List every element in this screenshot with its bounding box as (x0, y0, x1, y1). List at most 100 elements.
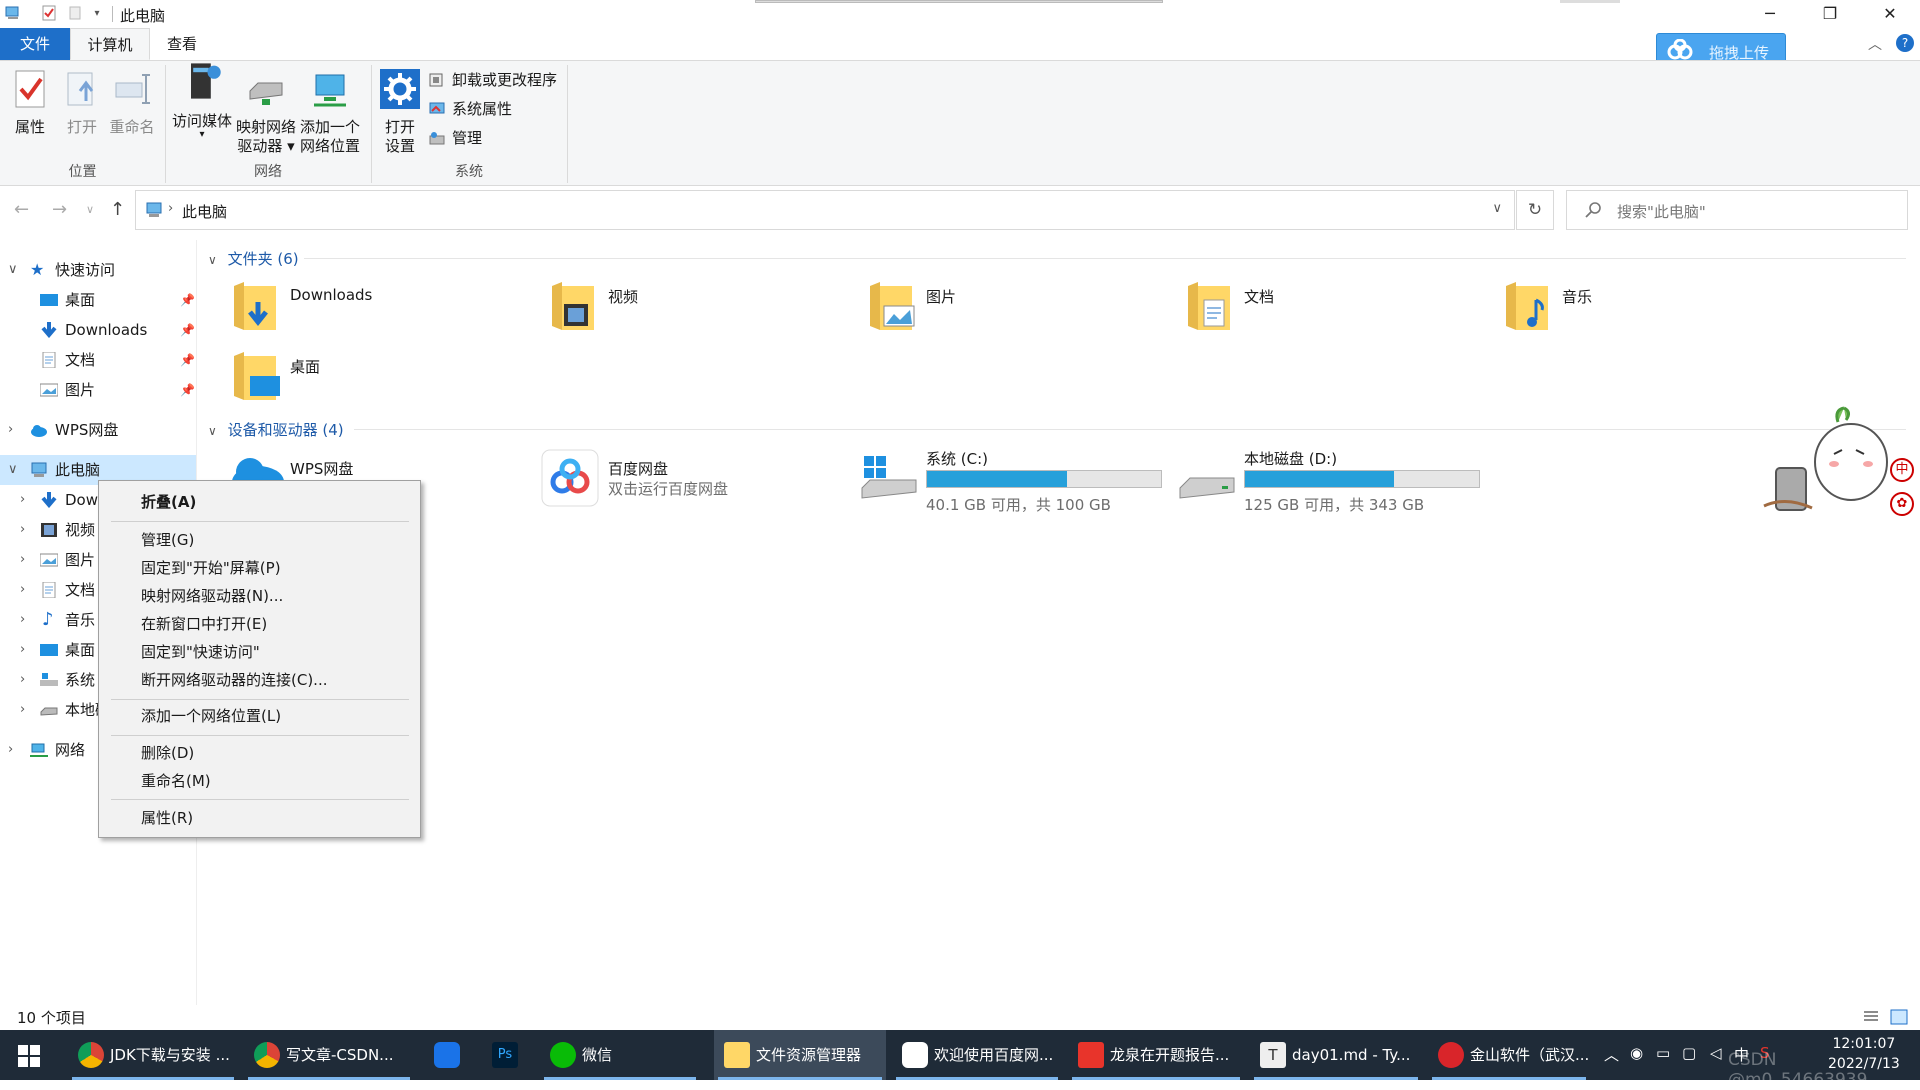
expand-icon[interactable]: › (20, 515, 25, 545)
ime-badge[interactable]: 中 (1890, 458, 1914, 482)
expand-icon[interactable]: › (20, 545, 25, 575)
taskbar-item-typora[interactable]: T day01.md - Ty... (1250, 1030, 1422, 1080)
context-menu: 折叠(A) 管理(G) 固定到"开始"屏幕(P) 映射网络驱动器(N)... 在… (98, 480, 421, 838)
nav-quick-documents[interactable]: 文档 📌 (0, 345, 196, 375)
properties-button[interactable]: 属性 (10, 69, 50, 137)
details-view-icon[interactable] (1862, 1009, 1880, 1025)
menu-item-collapse[interactable]: 折叠(A) (141, 489, 411, 515)
expand-icon[interactable]: ∨ (8, 455, 18, 485)
network-tray-icon[interactable]: ▢ (1682, 1044, 1696, 1062)
folder-pictures[interactable]: 图片 (866, 278, 1166, 342)
search-input[interactable]: 搜索"此电脑" (1566, 190, 1908, 230)
map-network-drive-button[interactable]: 映射网络 驱动器 ▾ (234, 69, 298, 156)
taskbar-item-kingsoft[interactable]: 金山软件（武汉... (1428, 1030, 1590, 1080)
taskbar-item-app-blue[interactable] (424, 1030, 474, 1080)
menu-item-map-drive[interactable]: 映射网络驱动器(N)... (141, 583, 411, 609)
minimize-button[interactable]: ─ (1740, 0, 1800, 28)
taskbar-item-photoshop[interactable]: Ps (482, 1030, 532, 1080)
battery-icon[interactable]: ▭ (1656, 1044, 1670, 1062)
collapse-section-icon[interactable]: ∨ (208, 424, 217, 438)
expand-icon[interactable]: › (20, 635, 25, 665)
add-network-location-button[interactable]: 添加一个 网络位置 (298, 69, 362, 156)
start-button[interactable] (0, 1030, 58, 1080)
recent-locations-icon[interactable]: ∨ (86, 203, 94, 216)
qq-tray-icon[interactable]: ◉ (1630, 1044, 1643, 1062)
folder-videos[interactable]: 视频 (548, 278, 848, 342)
assistant-badge-icon[interactable]: ✿ (1890, 492, 1914, 516)
taskbar-item-file-explorer[interactable]: 文件资源管理器 (714, 1030, 886, 1080)
expand-icon[interactable]: ∨ (8, 255, 18, 285)
uninstall-programs-button[interactable]: 卸载或更改程序 (428, 69, 557, 91)
nav-quick-desktop[interactable]: 桌面 📌 (0, 285, 196, 315)
taskbar-item-baidu[interactable]: 欢迎使用百度网... (892, 1030, 1062, 1080)
folder-downloads[interactable]: Downloads (230, 278, 530, 342)
access-media-button[interactable]: 访问媒体 ▾ (170, 59, 234, 140)
open-button[interactable]: 打开 (62, 69, 102, 137)
menu-separator (111, 699, 409, 700)
system-properties-button[interactable]: 系统属性 (428, 98, 512, 120)
collapse-section-icon[interactable]: ∨ (208, 253, 217, 267)
open-settings-button[interactable]: 打开 设置 (378, 69, 422, 156)
back-arrow-icon[interactable]: ← (14, 199, 29, 220)
expand-icon[interactable]: › (20, 695, 25, 725)
refresh-icon: ↻ (1527, 200, 1543, 220)
menu-item-delete[interactable]: 删除(D) (141, 740, 411, 766)
menu-item-rename[interactable]: 重命名(M) (141, 768, 411, 794)
menu-item-properties[interactable]: 属性(R) (141, 805, 411, 831)
expand-icon[interactable]: › (20, 665, 25, 695)
tray-expand-icon[interactable]: ︿ (1604, 1044, 1619, 1065)
large-icons-view-icon[interactable] (1890, 1009, 1908, 1025)
help-icon[interactable]: ? (1896, 34, 1914, 52)
collapse-ribbon-icon[interactable]: ︿ (1868, 34, 1882, 54)
expand-icon[interactable]: › (20, 575, 25, 605)
nav-label: 快速访问 (55, 261, 116, 279)
taskbar-item-wps[interactable]: 龙泉在开题报告... (1068, 1030, 1244, 1080)
breadcrumb[interactable]: 此电脑 (182, 201, 227, 222)
menu-item-pin-quick-access[interactable]: 固定到"快速访问" (141, 639, 411, 665)
breadcrumb-chevron-icon[interactable]: › (168, 201, 173, 216)
menu-item-open-new-window[interactable]: 在新窗口中打开(E) (141, 611, 411, 637)
address-dropdown-icon[interactable]: ∨ (1492, 201, 1502, 216)
menu-item-manage[interactable]: 管理(G) (141, 527, 411, 553)
refresh-button[interactable]: ↻ (1516, 190, 1554, 230)
taskbar-item-chrome-jdk[interactable]: JDK下载与安装 ... (68, 1030, 238, 1080)
drive-baidu[interactable]: 百度网盘 双击运行百度网盘 (540, 448, 840, 518)
expand-icon[interactable]: › (8, 415, 13, 445)
up-arrow-icon[interactable]: ↑ (110, 199, 125, 220)
tab-view[interactable]: 查看 (150, 28, 214, 60)
nav-quick-downloads[interactable]: Downloads 📌 (0, 315, 196, 345)
properties-quick-icon[interactable] (40, 5, 58, 23)
maximize-button[interactable]: ❐ (1800, 0, 1860, 28)
taskbar-label: JDK下载与安装 ... (110, 1046, 230, 1064)
tab-file[interactable]: 文件 (0, 28, 70, 60)
forward-arrow-icon[interactable]: → (52, 199, 67, 220)
new-folder-quick-icon[interactable] (66, 5, 84, 23)
taskbar-item-wechat[interactable]: 微信 (540, 1030, 700, 1080)
expand-icon[interactable]: › (8, 735, 13, 765)
folder-music[interactable]: 音乐 (1502, 278, 1802, 342)
menu-item-add-network-location[interactable]: 添加一个网络位置(L) (141, 703, 411, 729)
folder-desktop[interactable]: 桌面 (230, 348, 530, 412)
close-button[interactable]: ✕ (1860, 0, 1920, 28)
tab-computer[interactable]: 计算机 (70, 28, 150, 60)
document-icon (42, 352, 56, 368)
expand-icon[interactable]: › (20, 485, 25, 515)
manage-button[interactable]: 管理 (428, 127, 482, 149)
rename-button[interactable]: 重命名 (108, 69, 156, 137)
folder-documents[interactable]: 文档 (1184, 278, 1484, 342)
nav-quick-access[interactable]: ∨ ★ 快速访问 (0, 255, 196, 285)
address-bar[interactable]: › 此电脑 ∨ (135, 190, 1515, 230)
folders-section-header[interactable]: ∨ 文件夹 (6) (208, 248, 1906, 269)
customize-quick-access-icon[interactable]: ▾ (88, 5, 106, 23)
devices-section-header[interactable]: ∨ 设备和驱动器 (4) (208, 419, 1906, 440)
taskbar-item-chrome-csdn[interactable]: 写文章-CSDN... (244, 1030, 414, 1080)
nav-quick-pictures[interactable]: 图片 📌 (0, 375, 196, 405)
volume-icon[interactable]: ◁ (1710, 1044, 1722, 1062)
nav-wps-drive[interactable]: › WPS网盘 (0, 415, 196, 445)
drive-c[interactable]: 系统 (C:) 40.1 GB 可用，共 100 GB (860, 448, 1170, 518)
drive-d[interactable]: 本地磁盘 (D:) 125 GB 可用，共 343 GB (1178, 448, 1488, 518)
menu-item-pin-start[interactable]: 固定到"开始"屏幕(P) (141, 555, 411, 581)
expand-icon[interactable]: › (20, 605, 25, 635)
menu-separator (111, 735, 409, 736)
menu-item-disconnect-drive[interactable]: 断开网络驱动器的连接(C)... (141, 667, 411, 693)
